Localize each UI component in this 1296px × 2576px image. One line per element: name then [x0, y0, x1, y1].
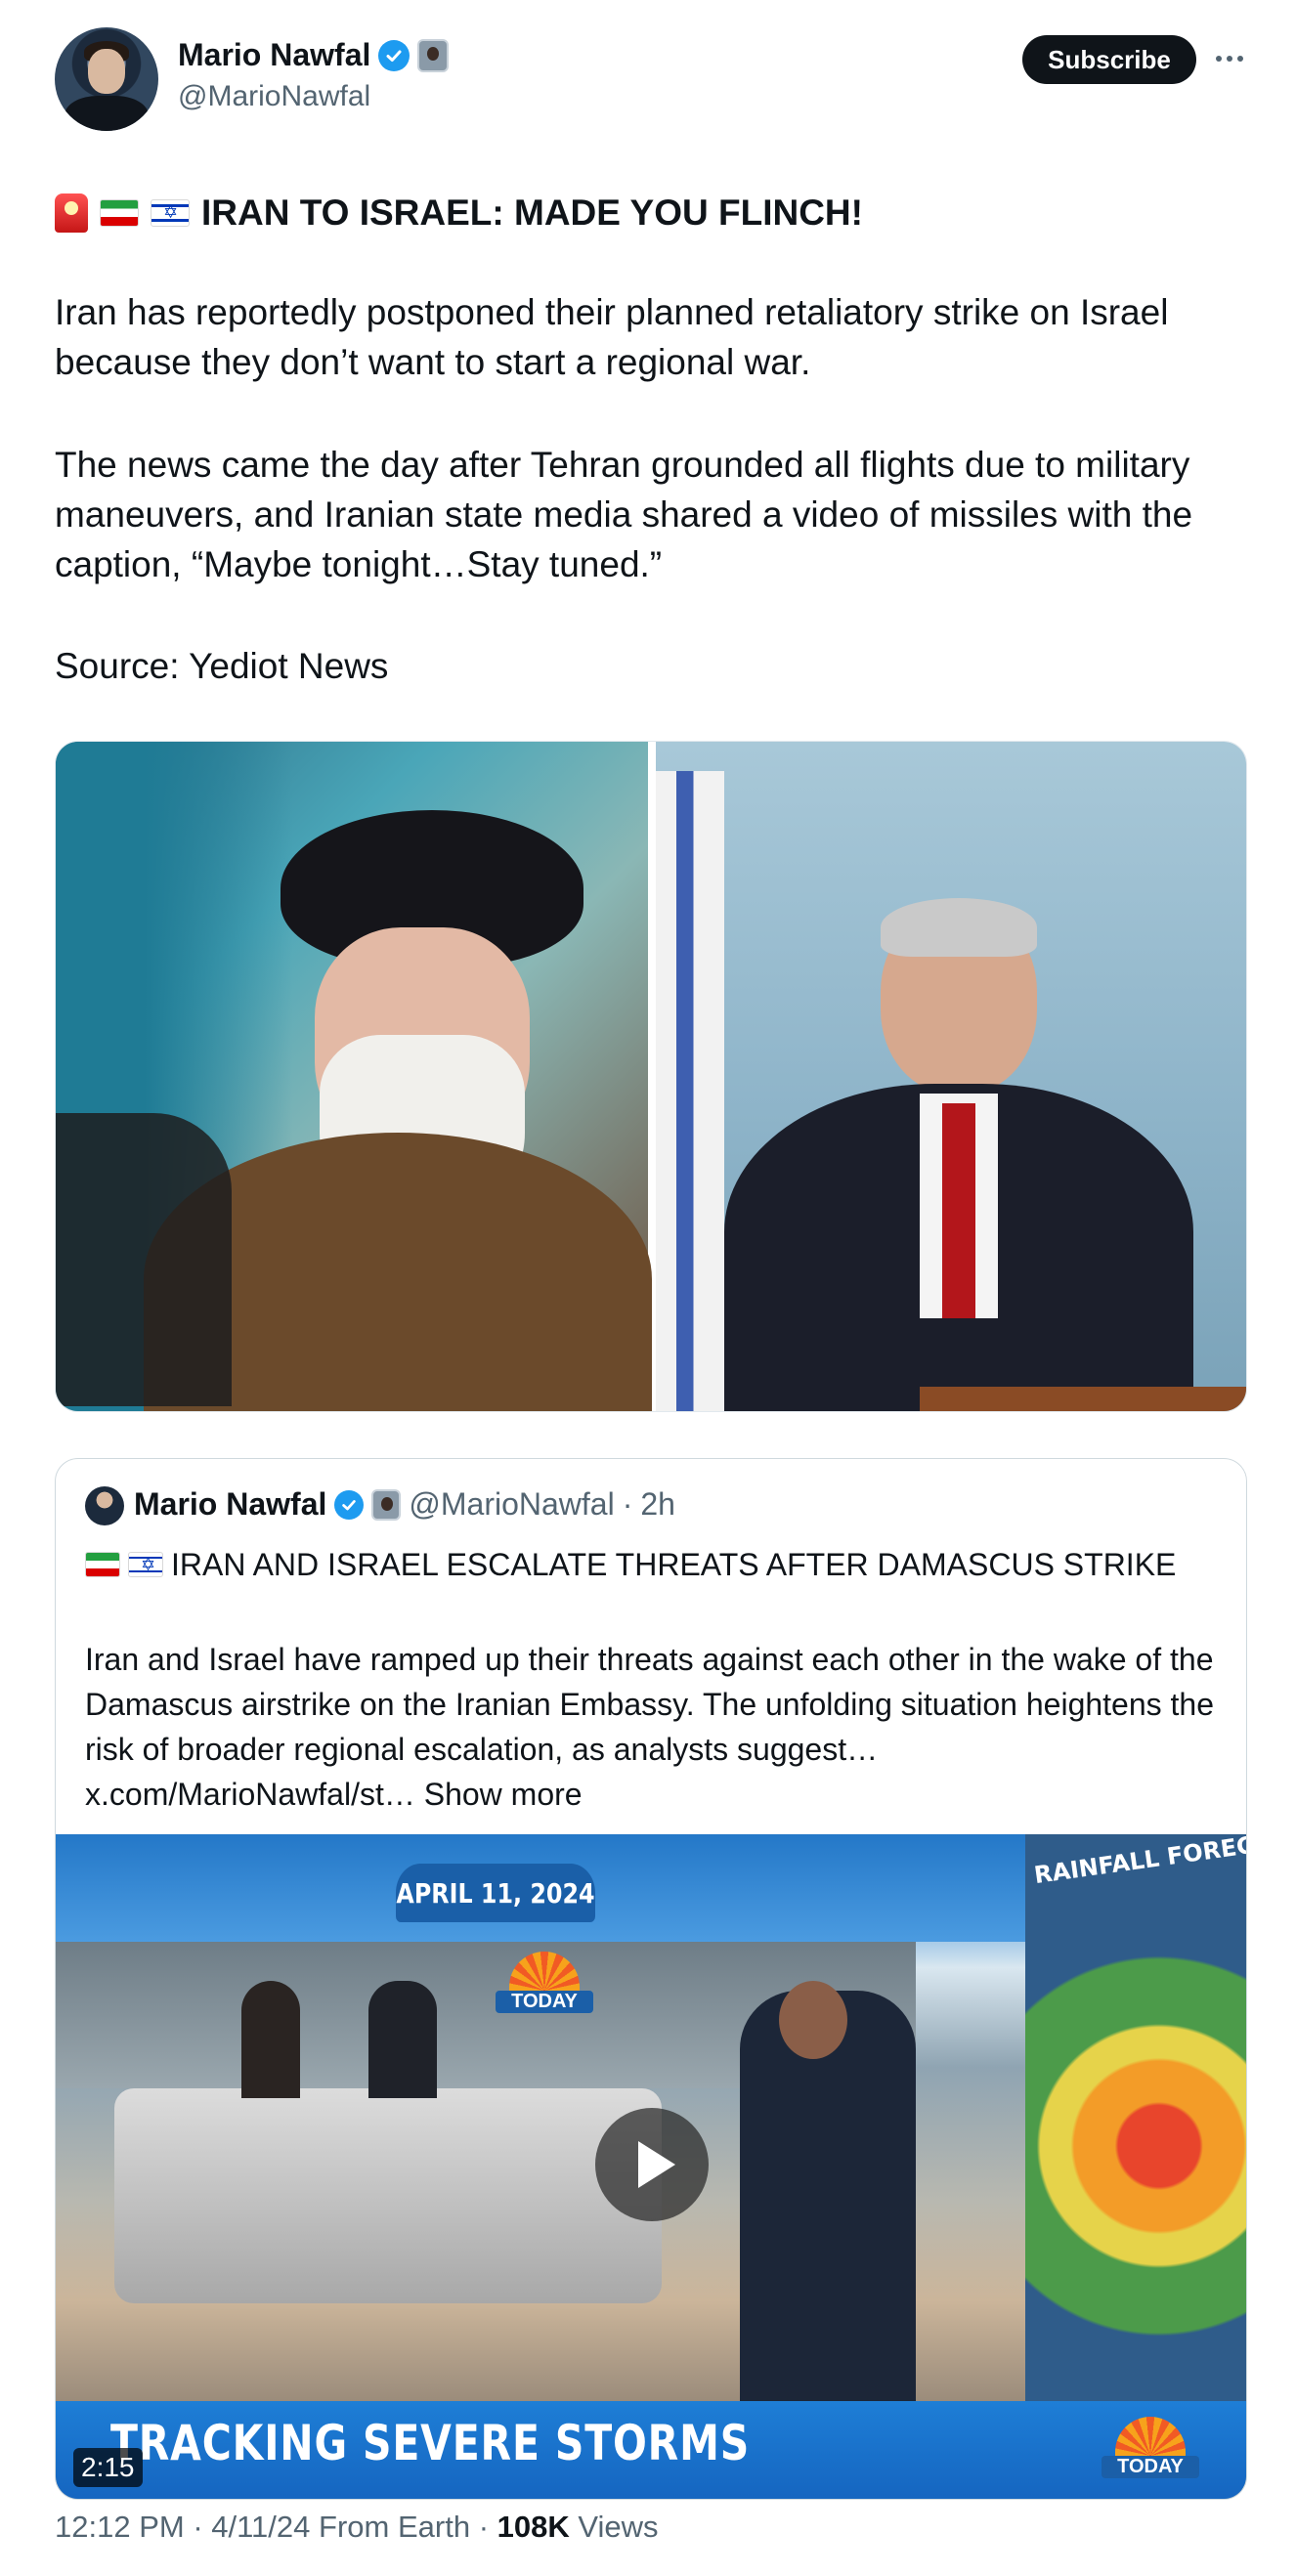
quote-body: Iran and Israel have ramped up their thr…	[85, 1637, 1229, 1817]
meta-separator: ·	[478, 2510, 497, 2544]
quote-video[interactable]: APRIL 11, 2024 TODAY RAINFALL FORECAS TR…	[56, 1834, 1246, 2499]
iran-flag-icon	[100, 198, 139, 227]
quote-author-name[interactable]: Mario Nawfal	[134, 1486, 326, 1523]
affiliate-badge-icon	[371, 1488, 402, 1521]
quote-title-row: IRAN AND ISRAEL ESCALATE THREATS AFTER D…	[85, 1541, 1176, 1588]
author-name-row[interactable]: Mario Nawfal	[178, 37, 450, 73]
quote-time[interactable]: 2h	[640, 1486, 675, 1523]
play-icon[interactable]	[595, 2108, 709, 2221]
tweet-time[interactable]: 12:12 PM	[55, 2510, 185, 2544]
photo-netanyahu[interactable]	[656, 742, 1246, 1411]
today-logo-corner: TODAY	[1102, 2417, 1199, 2495]
tweet-headline-row: IRAN TO ISRAEL: MADE YOU FLINCH!	[55, 188, 1241, 237]
subscribe-button[interactable]: Subscribe	[1022, 35, 1196, 84]
meta-separator: ·	[193, 2510, 212, 2544]
photo-khamenei[interactable]	[56, 742, 652, 1411]
media-grid	[55, 741, 1247, 1412]
siren-emoji-icon	[55, 193, 88, 233]
tweet-meta: 12:12 PM · 4/11/24 From Earth · 108K Vie…	[55, 2510, 659, 2545]
today-logo-studio: TODAY	[496, 1952, 593, 2030]
tweet-headline: IRAN TO ISRAEL: MADE YOU FLINCH!	[201, 193, 863, 233]
quote-author-row: Mario Nawfal @MarioNawfal · 2h	[134, 1486, 675, 1523]
quote-title: IRAN AND ISRAEL ESCALATE THREATS AFTER D…	[171, 1547, 1177, 1582]
video-banner-text: TRACKING SEVERE STORMS	[110, 2415, 751, 2471]
iran-flag-icon	[85, 1552, 120, 1577]
views-count: 108K	[497, 2510, 570, 2544]
tweet-paragraph-2: The news came the day after Tehran groun…	[55, 445, 1193, 584]
more-options-icon[interactable]	[1210, 39, 1249, 78]
quote-separator: ·	[622, 1486, 633, 1522]
affiliate-badge-icon	[417, 38, 450, 72]
author-avatar[interactable]	[55, 27, 158, 131]
author-handle[interactable]: @MarioNawfal	[178, 80, 370, 113]
verified-badge-icon	[334, 1489, 365, 1520]
quote-author-avatar[interactable]	[85, 1486, 124, 1525]
quoted-tweet-card[interactable]: Mario Nawfal @MarioNawfal · 2h IRAN AND …	[55, 1458, 1247, 2500]
israel-flag-icon	[151, 198, 190, 227]
views-label: Views	[578, 2510, 659, 2544]
israel-flag-icon	[128, 1552, 163, 1578]
weather-map	[1025, 1834, 1246, 2401]
quote-body-text: Iran and Israel have ramped up their thr…	[85, 1642, 1215, 1767]
tweet-paragraph-1: Iran has reportedly postponed their plan…	[55, 292, 1169, 382]
tweet-source-app: From Earth	[319, 2510, 471, 2544]
author-name[interactable]: Mario Nawfal	[178, 37, 370, 73]
video-duration: 2:15	[73, 2448, 143, 2487]
video-date-sign: APRIL 11, 2024	[396, 1864, 595, 1922]
tweet-date[interactable]: 4/11/24	[211, 2510, 310, 2544]
show-more-link[interactable]: Show more	[424, 1777, 583, 1812]
quote-author-handle[interactable]: @MarioNawfal	[409, 1486, 614, 1523]
tweet-source: Source: Yediot News	[55, 646, 389, 686]
quote-link[interactable]: x.com/MarioNawfal/st…	[85, 1777, 415, 1812]
verified-badge-icon	[378, 39, 410, 71]
